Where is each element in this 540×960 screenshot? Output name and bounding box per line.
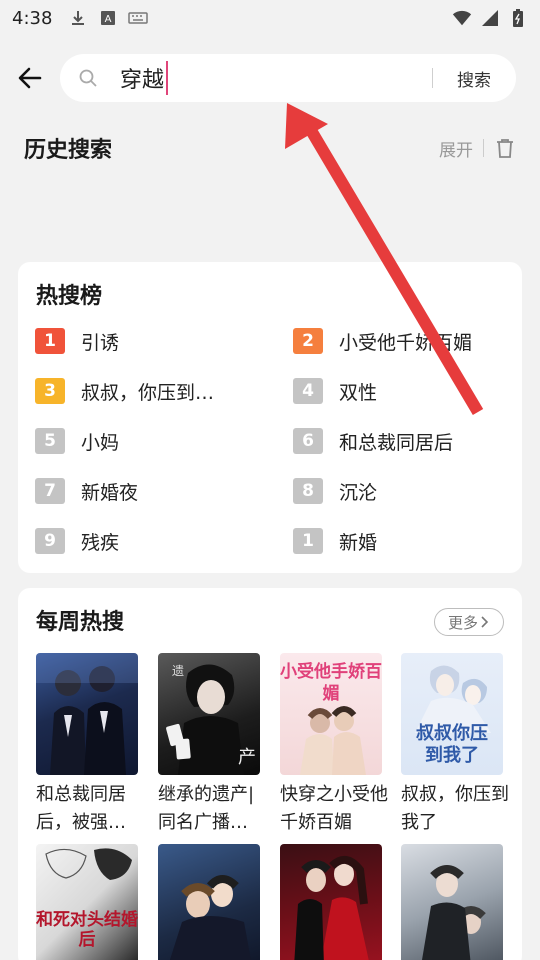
rank-badge: 3 bbox=[35, 378, 65, 404]
book-cover: 和死对头结婚后 bbox=[36, 844, 138, 960]
cover-art-red-dress bbox=[294, 856, 369, 960]
hot-item-text: 新婚夜 bbox=[81, 481, 139, 504]
hot-item-2[interactable]: 2 小受他千娇百媚 bbox=[293, 326, 523, 356]
book-item[interactable] bbox=[401, 844, 503, 960]
hot-item-4[interactable]: 4 双性 bbox=[293, 376, 523, 406]
book-cover bbox=[158, 844, 260, 960]
rank-badge: 1 bbox=[293, 528, 323, 554]
signal-icon bbox=[480, 8, 500, 28]
search-row: 穿越 搜索 bbox=[0, 54, 540, 102]
rank-badge: 2 bbox=[293, 328, 323, 354]
more-label: 更多 bbox=[447, 613, 478, 632]
a-keyboard-icon: A bbox=[98, 8, 118, 28]
hot-item-5[interactable]: 5 小妈 bbox=[35, 426, 265, 456]
hot-item-text: 小妈 bbox=[81, 431, 120, 454]
hot-item-text: 沉沦 bbox=[339, 481, 378, 504]
battery-icon bbox=[508, 8, 528, 28]
svg-text:产: 产 bbox=[238, 747, 256, 768]
hot-item-text: 新婚 bbox=[339, 531, 378, 554]
chevron-right-icon bbox=[481, 616, 489, 628]
hot-item-10[interactable]: 1 新婚 bbox=[293, 526, 523, 556]
hot-item-text: 叔叔，你压到… bbox=[81, 381, 215, 404]
book-item[interactable] bbox=[158, 844, 260, 960]
hot-item-text: 引诱 bbox=[81, 331, 120, 354]
search-query: 穿越 bbox=[120, 68, 165, 93]
hot-item-text: 小受他千娇百媚 bbox=[339, 331, 473, 354]
cover-art-gray-figures bbox=[422, 865, 486, 960]
book-cover bbox=[36, 653, 138, 775]
rank-badge: 6 bbox=[293, 428, 323, 454]
book-cover: 叔叔你压到我了 bbox=[401, 653, 503, 775]
hot-search-card: 热搜榜 1 引诱 2 小受他千娇百媚 3 叔叔，你压到… 4 双性 5 小妈 6… bbox=[18, 262, 522, 573]
trash-icon[interactable] bbox=[494, 137, 516, 159]
hot-item-text: 残疾 bbox=[81, 531, 120, 554]
cover-art-dark-man-cards: 遗 产 bbox=[166, 664, 256, 775]
search-button[interactable]: 搜索 bbox=[446, 66, 502, 91]
text-caret bbox=[166, 61, 169, 95]
download-icon bbox=[68, 8, 88, 28]
more-button[interactable]: 更多 bbox=[434, 608, 504, 636]
cover-art-embrace-blue bbox=[169, 875, 251, 960]
book-title: 快穿之小受他千娇百媚 bbox=[280, 784, 388, 833]
hot-item-3[interactable]: 3 叔叔，你压到… bbox=[35, 376, 265, 406]
search-input[interactable]: 穿越 bbox=[120, 61, 420, 95]
history-title: 历史搜索 bbox=[24, 138, 113, 163]
status-icons-left: A bbox=[68, 8, 149, 28]
status-time: 4:38 bbox=[12, 7, 53, 29]
back-arrow-icon bbox=[18, 67, 42, 89]
cover-art-two-men-suits bbox=[36, 653, 138, 775]
rank-badge: 4 bbox=[293, 378, 323, 404]
svg-text:A: A bbox=[105, 14, 112, 25]
book-item[interactable]: 遗 产 继承的遗产|同名广播… bbox=[158, 653, 260, 837]
book-cover: 遗 产 bbox=[158, 653, 260, 775]
weekly-hot-card: 每周热搜 更多 和总裁同居后，被强… 遗 产 继承的遗产|同名广播… 小受他手娇… bbox=[18, 588, 522, 960]
rank-badge: 9 bbox=[35, 528, 65, 554]
book-title: 和总裁同居后，被强… bbox=[36, 784, 126, 833]
hot-item-6[interactable]: 6 和总裁同居后 bbox=[293, 426, 523, 456]
book-item[interactable]: 和死对头结婚后 bbox=[36, 844, 138, 960]
hot-item-7[interactable]: 7 新婚夜 bbox=[35, 476, 265, 506]
hot-item-8[interactable]: 8 沉沦 bbox=[293, 476, 523, 506]
hot-item-text: 和总裁同居后 bbox=[339, 431, 454, 454]
rank-badge: 8 bbox=[293, 478, 323, 504]
cover-title-text: 叔叔你压到我了 bbox=[416, 723, 488, 766]
svg-text:遗: 遗 bbox=[172, 664, 184, 678]
book-item[interactable]: 叔叔你压到我了 叔叔，你压到我了 bbox=[401, 653, 509, 837]
history-header: 历史搜索 展开 bbox=[24, 130, 516, 166]
status-bar: 4:38 A bbox=[0, 0, 540, 36]
status-icons-right bbox=[452, 8, 528, 28]
history-divider bbox=[483, 139, 484, 157]
wifi-icon bbox=[452, 8, 472, 28]
book-cover bbox=[280, 844, 382, 960]
expand-button[interactable]: 展开 bbox=[439, 136, 473, 161]
cover-title-text: 和死对头结婚后 bbox=[36, 910, 138, 950]
rank-badge: 1 bbox=[35, 328, 65, 354]
hot-item-9[interactable]: 9 残疾 bbox=[35, 526, 265, 556]
search-divider bbox=[432, 68, 433, 88]
book-title: 叔叔，你压到我了 bbox=[401, 784, 509, 833]
cover-title-text: 小受他手娇百媚 bbox=[280, 662, 382, 704]
search-icon bbox=[78, 68, 98, 88]
book-cover bbox=[401, 844, 503, 960]
book-item[interactable]: 小受他手娇百媚 快穿之小受他千娇百媚 bbox=[280, 653, 388, 837]
rank-badge: 7 bbox=[35, 478, 65, 504]
rank-badge: 5 bbox=[35, 428, 65, 454]
back-button[interactable] bbox=[12, 60, 48, 96]
weekly-title: 每周热搜 bbox=[36, 610, 125, 635]
keyboard-icon bbox=[128, 8, 149, 28]
book-item[interactable]: 和总裁同居后，被强… bbox=[36, 653, 138, 837]
hot-item-text: 双性 bbox=[339, 381, 378, 404]
hot-search-title: 热搜榜 bbox=[36, 284, 103, 309]
book-cover: 小受他手娇百媚 bbox=[280, 653, 382, 775]
hot-item-1[interactable]: 1 引诱 bbox=[35, 326, 265, 356]
book-item[interactable] bbox=[280, 844, 382, 960]
search-box[interactable]: 穿越 搜索 bbox=[60, 54, 516, 102]
history-actions: 展开 bbox=[439, 136, 516, 161]
book-title: 继承的遗产|同名广播… bbox=[158, 784, 255, 833]
